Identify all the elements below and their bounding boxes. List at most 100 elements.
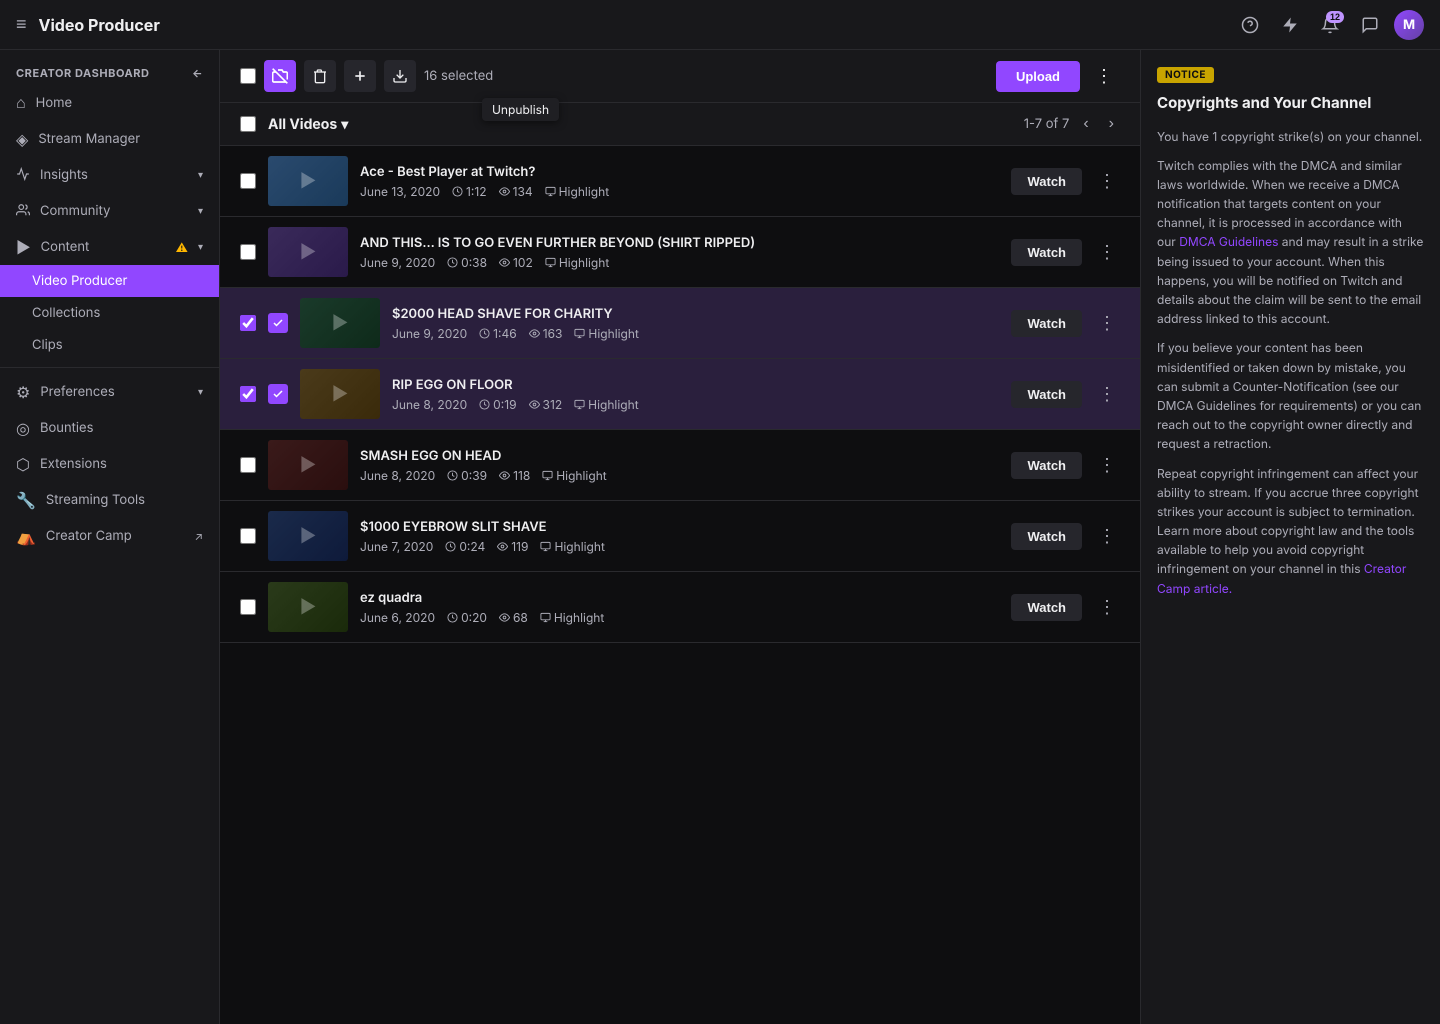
video-duration: 0:38	[447, 255, 487, 270]
preferences-chevron: ▾	[198, 386, 203, 398]
video-date: June 8, 2020	[360, 468, 435, 483]
creator-camp-link[interactable]: Creator Camp article.	[1157, 561, 1406, 595]
views-icon	[499, 470, 510, 481]
home-icon: ⌂	[16, 92, 26, 113]
help-button[interactable]	[1234, 9, 1266, 41]
add-button[interactable]	[344, 60, 376, 92]
video-info: SMASH EGG ON HEAD June 8, 2020 0:39 118 …	[360, 448, 999, 483]
hamburger-button[interactable]: ≡	[16, 14, 27, 35]
video-views: 312	[529, 397, 563, 412]
sidebar-item-content[interactable]: ▶ Content ⚠ ▾	[0, 229, 219, 265]
select-all-checkbox[interactable]	[240, 68, 256, 84]
notice-para-2: Twitch complies with the DMCA and simila…	[1157, 156, 1424, 329]
row-checkbox[interactable]	[240, 599, 256, 615]
sidebar-item-community[interactable]: Community ▾	[0, 193, 219, 229]
watch-button[interactable]: Watch	[1011, 523, 1082, 550]
clock-icon	[452, 186, 463, 197]
row-more-button[interactable]: ⋮	[1094, 238, 1120, 267]
video-info: $2000 HEAD SHAVE FOR CHARITY June 9, 202…	[392, 306, 999, 341]
video-duration: 1:46	[479, 326, 517, 341]
video-info: $1000 EYEBROW SLIT SHAVE June 7, 2020 0:…	[360, 519, 999, 554]
video-duration: 0:20	[447, 610, 487, 625]
video-duration: 1:12	[452, 184, 487, 199]
download-button[interactable]	[384, 60, 416, 92]
upload-button[interactable]: Upload	[996, 61, 1080, 92]
pagination: 1-7 of 7 ‹ ›	[1024, 113, 1120, 135]
sidebar-item-extensions[interactable]: ⬡ Extensions	[0, 446, 219, 482]
video-title: $1000 EYEBROW SLIT SHAVE	[360, 519, 999, 535]
list-select-all-checkbox[interactable]	[240, 116, 256, 132]
row-checkbox[interactable]	[240, 386, 256, 402]
sidebar-section-label: CREATOR DASHBOARD ←	[0, 58, 219, 84]
watch-button[interactable]: Watch	[1011, 239, 1082, 266]
right-panel: NOTICE Copyrights and Your Channel You h…	[1140, 50, 1440, 1024]
views-icon	[499, 257, 510, 268]
avatar[interactable]: M	[1394, 10, 1424, 40]
row-more-button[interactable]: ⋮	[1094, 451, 1120, 480]
content-warning-icon: ⚠	[176, 240, 188, 255]
row-more-button[interactable]: ⋮	[1094, 380, 1120, 409]
unpublish-icon	[272, 68, 288, 84]
content-chevron: ▾	[198, 241, 203, 253]
sidebar-item-streaming-tools[interactable]: 🔧 Streaming Tools	[0, 482, 219, 518]
video-views: 163	[529, 326, 563, 341]
row-checkbox[interactable]	[240, 173, 256, 189]
delete-button[interactable]	[304, 60, 336, 92]
community-icon	[16, 201, 30, 221]
sidebar-item-creator-camp[interactable]: ⛺ Creator Camp ↗	[0, 518, 219, 554]
prev-page-button[interactable]: ‹	[1077, 113, 1094, 135]
top-nav: ≡ Video Producer 12 M	[0, 0, 1440, 50]
row-checkbox[interactable]	[240, 457, 256, 473]
watch-button[interactable]: Watch	[1011, 381, 1082, 408]
watch-button[interactable]: Watch	[1011, 452, 1082, 479]
chat-button[interactable]	[1354, 9, 1386, 41]
notifications-button[interactable]: 12	[1314, 9, 1346, 41]
row-more-button[interactable]: ⋮	[1094, 522, 1120, 551]
row-more-button[interactable]: ⋮	[1094, 167, 1120, 196]
clock-icon	[445, 541, 456, 552]
streaming-tools-icon: 🔧	[16, 490, 36, 510]
dmca-link[interactable]: DMCA Guidelines	[1179, 234, 1278, 249]
video-type: Highlight	[540, 539, 604, 554]
video-views: 134	[499, 184, 533, 199]
sidebar-item-bounties[interactable]: ◎ Bounties	[0, 410, 219, 446]
sidebar-item-home[interactable]: ⌂ Home	[0, 84, 219, 121]
download-icon	[392, 68, 408, 84]
row-more-button[interactable]: ⋮	[1094, 593, 1120, 622]
sidebar-item-preferences[interactable]: ⚙ Preferences ▾	[0, 374, 219, 410]
sidebar-item-insights[interactable]: Insights ▾	[0, 157, 219, 193]
unpublish-button[interactable]	[264, 60, 296, 92]
sidebar-item-clips[interactable]: Clips	[0, 329, 219, 361]
next-page-button[interactable]: ›	[1103, 113, 1120, 135]
bolt-button[interactable]	[1274, 9, 1306, 41]
watch-button[interactable]: Watch	[1011, 310, 1082, 337]
type-icon	[542, 470, 553, 481]
type-icon	[545, 257, 556, 268]
main-content: 16 selected Upload ⋮ Unpublish All Video…	[220, 50, 1140, 1024]
video-date: June 9, 2020	[392, 326, 467, 341]
row-checkbox[interactable]	[240, 244, 256, 260]
more-options-button[interactable]: ⋮	[1088, 60, 1120, 92]
row-more-button[interactable]: ⋮	[1094, 309, 1120, 338]
notice-title: Copyrights and Your Channel	[1157, 93, 1424, 113]
video-type: Highlight	[540, 610, 604, 625]
sidebar-back-icon[interactable]: ←	[192, 66, 203, 80]
sidebar-item-collections[interactable]: Collections	[0, 297, 219, 329]
sidebar-item-video-producer[interactable]: Video Producer	[0, 265, 219, 297]
video-list: ▶ Ace - Best Player at Twitch? June 13, …	[220, 146, 1140, 1024]
video-list-header: All Videos ▾ 1-7 of 7 ‹ ›	[220, 103, 1140, 146]
delete-icon	[312, 68, 328, 84]
watch-button[interactable]: Watch	[1011, 168, 1082, 195]
watch-button[interactable]: Watch	[1011, 594, 1082, 621]
table-row: ▶ AND THIS... IS TO GO EVEN FURTHER BEYO…	[220, 217, 1140, 288]
row-checkbox[interactable]	[240, 315, 256, 331]
video-type: Highlight	[574, 326, 638, 341]
all-videos-dropdown[interactable]: All Videos ▾	[268, 116, 348, 133]
type-icon	[574, 328, 585, 339]
video-date: June 9, 2020	[360, 255, 435, 270]
external-icon: ↗	[194, 529, 203, 543]
row-checkbox[interactable]	[240, 528, 256, 544]
sidebar-item-stream-manager[interactable]: ◈ Stream Manager	[0, 121, 219, 157]
creator-camp-icon: ⛺	[16, 526, 36, 546]
video-title: AND THIS... IS TO GO EVEN FURTHER BEYOND…	[360, 235, 999, 251]
